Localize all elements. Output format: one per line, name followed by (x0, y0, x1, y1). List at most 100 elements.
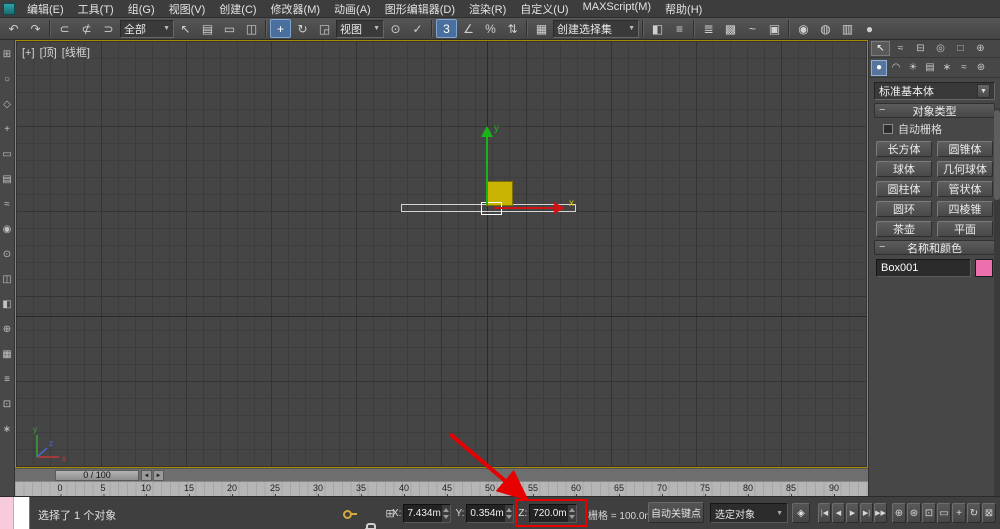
rectangular-selection-region-icon[interactable]: ▭ (219, 19, 240, 38)
category-systems-icon[interactable]: ⊛ (973, 60, 989, 76)
maximize-viewport-toggle-button[interactable]: ⊠ (982, 503, 996, 523)
tab-utilities[interactable]: ⊕ (971, 41, 990, 56)
menu-help[interactable]: 帮助(H) (658, 0, 709, 18)
button-geosphere[interactable]: 几何球体 (937, 161, 993, 177)
menu-create[interactable]: 创建(C) (212, 0, 263, 18)
maxscript-mini-listener[interactable] (0, 497, 30, 529)
select-and-scale-icon[interactable]: ◲ (314, 19, 335, 38)
button-tube[interactable]: 管状体 (937, 181, 993, 197)
button-cone[interactable]: 圆锥体 (937, 141, 993, 157)
tab-display[interactable]: □ (951, 41, 970, 56)
select-and-manipulate-icon[interactable]: ✓ (407, 19, 428, 38)
object-color-swatch[interactable] (975, 259, 993, 277)
undo-icon[interactable]: ↶ (3, 19, 24, 38)
mini-listener-macro-pane[interactable] (0, 497, 14, 529)
button-torus[interactable]: 圆环 (876, 201, 932, 217)
left-tool-icon-12[interactable]: ⊕ (1, 323, 14, 336)
zoom-button[interactable]: ⊕ (892, 503, 906, 523)
menu-tools[interactable]: 工具(T) (71, 0, 121, 18)
menu-maxscript[interactable]: MAXScript(M) (576, 0, 658, 18)
menu-group[interactable]: 组(G) (121, 0, 162, 18)
rollout-name-and-color[interactable]: − 名称和颜色 (874, 240, 995, 255)
button-cylinder[interactable]: 圆柱体 (876, 181, 932, 197)
zoom-region-button[interactable]: ▭ (937, 503, 951, 523)
go-to-end-button[interactable]: ▶▶ (874, 503, 887, 523)
render-production-icon[interactable]: ● (859, 19, 880, 38)
tab-modify[interactable]: ≈ (891, 41, 910, 56)
viewport-menu-plus[interactable]: [+] (22, 47, 35, 59)
render-setup-icon[interactable]: ◍ (815, 19, 836, 38)
panel-scrollbar-thumb[interactable] (994, 110, 1000, 200)
category-cameras-icon[interactable]: ▤ (922, 60, 938, 76)
spinner-icon[interactable] (441, 505, 451, 522)
snaps-toggle-icon[interactable]: 3 (436, 19, 457, 38)
menu-animation[interactable]: 动画(A) (327, 0, 378, 18)
percent-snap-toggle-icon[interactable]: % (480, 19, 501, 38)
time-slider[interactable]: 0 / 100 ◄ ► (15, 468, 868, 481)
menu-views[interactable]: 视图(V) (162, 0, 213, 18)
category-shapes-icon[interactable]: ◠ (888, 60, 904, 76)
rollout-object-type[interactable]: − 对象类型 (874, 103, 995, 118)
viewport-menu-shading[interactable]: [线框] (62, 47, 90, 59)
left-tool-icon-13[interactable]: ▦ (1, 348, 14, 361)
autogrid-checkbox[interactable] (883, 124, 893, 134)
panel-scrollbar[interactable] (994, 108, 1000, 496)
set-key-icon[interactable] (342, 505, 358, 521)
left-tool-icon-06[interactable]: ▤ (1, 173, 14, 186)
go-to-start-button[interactable]: |◀ (818, 503, 831, 523)
x-coordinate-field[interactable]: 7.434mm (403, 504, 452, 523)
auto-key-button[interactable]: 自动关键点 (648, 502, 704, 523)
edit-named-selection-sets-icon[interactable]: ▦ (531, 19, 552, 38)
play-button[interactable]: ▶ (846, 503, 859, 523)
tab-create[interactable]: ↖ (871, 41, 890, 56)
left-tool-icon-10[interactable]: ◫ (1, 273, 14, 286)
orbit-button[interactable]: ↻ (967, 503, 981, 523)
tab-motion[interactable]: ◎ (931, 41, 950, 56)
button-plane[interactable]: 平面 (937, 221, 993, 237)
left-tool-icon-11[interactable]: ◧ (1, 298, 14, 311)
z-coordinate-field[interactable]: 720.0mm (529, 504, 578, 523)
zoom-all-button[interactable]: ⊛ (907, 503, 921, 523)
curve-editor-icon[interactable]: ~ (742, 19, 763, 38)
left-tool-icon-01[interactable]: ⊞ (1, 48, 14, 61)
track-bar[interactable]: 0 5 10 15 20 25 30 35 40 45 50 55 60 65 70 75 80 85 90 (15, 481, 868, 497)
toggle-layer-explorer-icon[interactable]: ≣ (698, 19, 719, 38)
previous-frame-arrow[interactable]: ◄ (141, 470, 152, 481)
bind-to-space-warp-icon[interactable]: ⊃ (98, 19, 119, 38)
select-by-name-icon[interactable]: ▤ (197, 19, 218, 38)
graphite-modeling-ribbon-icon[interactable]: ▩ (720, 19, 741, 38)
zoom-extents-button[interactable]: ⊡ (922, 503, 936, 523)
category-lights-icon[interactable]: ☀ (905, 60, 921, 76)
viewport-top[interactable]: [+] [顶] [线框] y x x y z (15, 40, 868, 468)
mirror-icon[interactable]: ◧ (647, 19, 668, 38)
rendered-frame-window-icon[interactable]: ▥ (837, 19, 858, 38)
left-tool-icon-08[interactable]: ◉ (1, 223, 14, 236)
pan-button[interactable]: + (952, 503, 966, 523)
button-teapot[interactable]: 茶壶 (876, 221, 932, 237)
selection-lock-toggle-icon[interactable] (362, 521, 378, 529)
mini-listener-script-pane[interactable] (13, 497, 29, 529)
left-tool-icon-04[interactable]: + (1, 123, 14, 136)
y-coordinate-field[interactable]: 0.354mm (466, 504, 515, 523)
next-frame-arrow[interactable]: ► (153, 470, 164, 481)
left-tool-icon-07[interactable]: ≈ (1, 198, 14, 211)
gizmo-x-axis[interactable] (494, 207, 554, 209)
named-selection-sets-dropdown[interactable]: 创建选择集 ▼ (553, 19, 639, 38)
use-pivot-point-center-icon[interactable]: ⊙ (385, 19, 406, 38)
redo-icon[interactable]: ↷ (25, 19, 46, 38)
menu-customize[interactable]: 自定义(U) (513, 0, 575, 18)
next-frame-button[interactable]: ▶| (860, 503, 873, 523)
viewport-menu-view[interactable]: [顶] (40, 47, 57, 59)
left-tool-icon-15[interactable]: ⊡ (1, 398, 14, 411)
left-tool-icon-03[interactable]: ◇ (1, 98, 14, 111)
menu-modifiers[interactable]: 修改器(M) (264, 0, 328, 18)
left-tool-icon-14[interactable]: ≡ (1, 373, 14, 386)
primitive-category-dropdown[interactable]: 标准基本体 ▼ (874, 82, 995, 100)
spinner-snap-toggle-icon[interactable]: ⇅ (502, 19, 523, 38)
time-slider-handle[interactable]: 0 / 100 (55, 470, 139, 481)
app-icon[interactable] (3, 2, 15, 15)
category-helpers-icon[interactable]: ∗ (939, 60, 955, 76)
left-tool-icon-02[interactable]: ○ (1, 73, 14, 86)
left-tool-icon-09[interactable]: ⊙ (1, 248, 14, 261)
gizmo-y-axis[interactable] (486, 137, 488, 205)
